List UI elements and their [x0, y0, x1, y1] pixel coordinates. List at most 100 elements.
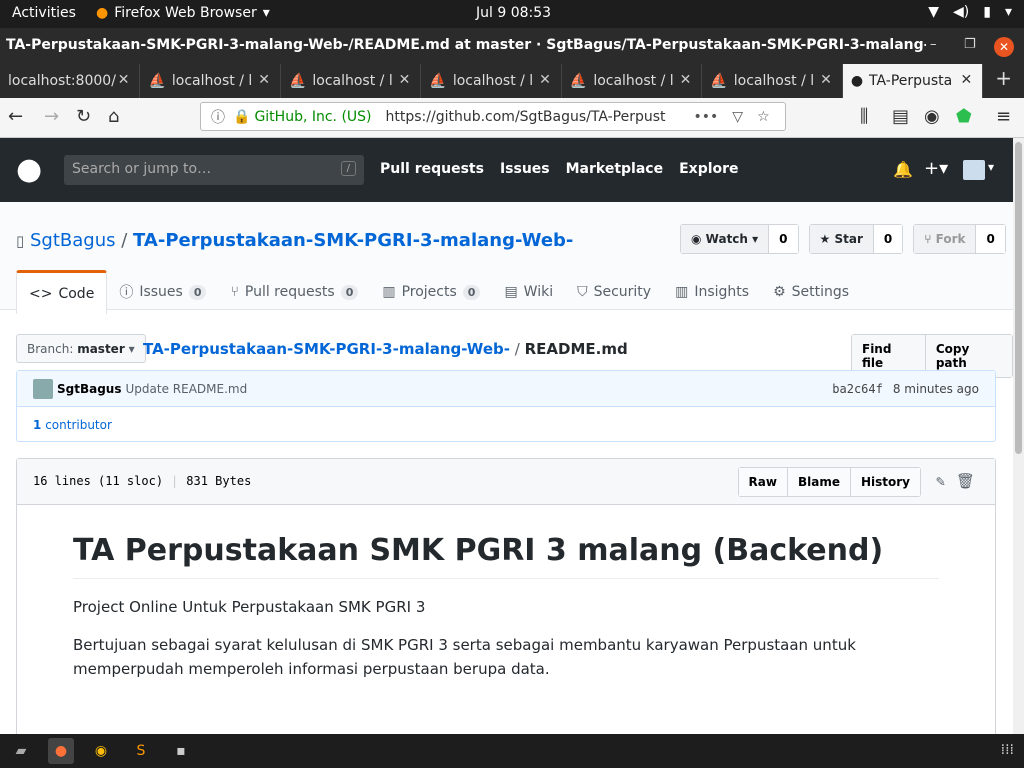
file-header: 16 lines (11 sloc) | 831 Bytes Raw Blame H…: [17, 459, 995, 505]
sublime-text-icon[interactable]: S: [128, 738, 154, 764]
browser-tab[interactable]: ⛵ localhost / l ✕: [421, 64, 562, 98]
nav-issues[interactable]: Issues: [500, 161, 550, 177]
repo-tabs: <> Code ⓘ Issues 0 ⑂ Pull requests 0 ▥ Project…: [16, 270, 861, 314]
close-tab-icon[interactable]: ✕: [118, 72, 130, 88]
minimize-button[interactable]: –: [930, 37, 937, 52]
breadcrumb: TA-Perpustakaan-SMK-PGRI-3-malang-Web- /…: [143, 340, 628, 358]
close-window-button[interactable]: ✕: [994, 37, 1014, 57]
system-tray[interactable]: ▼ ◀) ▮ ▾: [928, 4, 1012, 20]
close-tab-icon[interactable]: ✕: [961, 72, 973, 88]
repo-actions: ◉ Watch ▾ 0 ★ Star 0 ⑂ Fork 0: [680, 224, 1006, 254]
chevron-down-icon[interactable]: ▾: [988, 160, 994, 174]
tab-pull-requests[interactable]: ⑂ Pull requests 0: [218, 270, 370, 314]
commit-tease: SgtBagus Update README.md ba2c64f 8 minut…: [16, 370, 996, 442]
star-button[interactable]: ★ Star: [809, 225, 873, 253]
commit-author[interactable]: SgtBagus: [57, 382, 122, 396]
tab-settings[interactable]: ⚙ Settings: [761, 270, 861, 314]
scrollbar-thumb[interactable]: [1015, 142, 1022, 454]
github-icon: ●: [850, 73, 864, 89]
files-icon[interactable]: ▰: [8, 738, 34, 764]
page-actions-icon[interactable]: •••: [694, 109, 719, 125]
tab-projects[interactable]: ▥ Projects 0: [370, 270, 492, 314]
phpmyadmin-icon: ⛵: [569, 73, 588, 89]
forward-button[interactable]: →: [44, 106, 59, 127]
browser-tab-active[interactable]: ● TA-Perpusta ✕: [842, 64, 984, 98]
watch-button[interactable]: ◉ Watch ▾: [681, 225, 769, 253]
tab-code[interactable]: <> Code: [16, 270, 108, 314]
shield-icon: ⛉: [577, 284, 588, 300]
activities-button[interactable]: Activities: [12, 5, 76, 21]
breadcrumb-repo-link[interactable]: TA-Perpustakaan-SMK-PGRI-3-malang-Web-: [143, 340, 510, 358]
raw-button[interactable]: Raw: [738, 468, 787, 496]
pocket-icon[interactable]: ▽: [732, 109, 743, 125]
tab-issues[interactable]: ⓘ Issues 0: [107, 270, 218, 314]
file-actions: Raw Blame History: [737, 467, 921, 497]
contributors-link[interactable]: 1 contributor: [17, 407, 995, 443]
nav-marketplace[interactable]: Marketplace: [566, 161, 663, 177]
nav-pull-requests[interactable]: Pull requests: [380, 161, 484, 177]
pencil-icon[interactable]: ✎: [936, 472, 945, 490]
watch-count[interactable]: 0: [768, 225, 798, 253]
tab-wiki[interactable]: ▤ Wiki: [492, 270, 565, 314]
url-text[interactable]: https://github.com/SgtBagus/TA-Perpust: [386, 109, 666, 125]
account-icon[interactable]: ◉: [924, 106, 940, 127]
repo-header: ▯ SgtBagus / TA-Perpustakaan-SMK-PGRI-3-…: [0, 202, 1013, 314]
repo-name-link[interactable]: TA-Perpustakaan-SMK-PGRI-3-malang-Web-: [133, 230, 573, 251]
clock[interactable]: Jul 9 08:53: [476, 5, 551, 21]
home-button[interactable]: ⌂: [108, 106, 119, 127]
bookmark-star-icon[interactable]: ☆: [757, 109, 770, 125]
terminal-icon[interactable]: ▪: [168, 738, 194, 764]
book-icon: ▤: [504, 284, 518, 300]
avatar[interactable]: [963, 160, 985, 180]
library-icon[interactable]: ⫼: [860, 106, 868, 127]
search-input[interactable]: Search or jump to… /: [64, 155, 364, 185]
avatar[interactable]: [33, 378, 53, 399]
phpmyadmin-icon: ⛵: [710, 73, 728, 89]
blame-button[interactable]: Blame: [786, 468, 850, 496]
fork-icon: ⑂: [924, 232, 936, 246]
trash-icon[interactable]: 🗑: [956, 472, 975, 490]
fork-count[interactable]: 0: [975, 225, 1005, 253]
github-header: ● Search or jump to… / Pull requests Iss…: [0, 138, 1013, 202]
page-scrollbar[interactable]: [1013, 138, 1024, 734]
app-menu[interactable]: ● Firefox Web Browser ▾: [96, 5, 270, 21]
app-grid-icon[interactable]: ⁞⁞⁞: [1001, 742, 1014, 758]
tab-security[interactable]: ⛉ Security: [565, 270, 663, 314]
plus-icon[interactable]: +▾: [924, 158, 948, 179]
maximize-button[interactable]: ❐: [964, 37, 976, 52]
close-tab-icon[interactable]: ✕: [820, 72, 832, 88]
menu-icon[interactable]: ≡: [996, 106, 1011, 127]
info-icon[interactable]: ⓘ: [211, 107, 225, 127]
url-bar[interactable]: ⓘ 🔒 GitHub, Inc. (US) https://github.com…: [200, 102, 786, 131]
commit-sha[interactable]: ba2c64f: [832, 382, 883, 396]
tab-insights[interactable]: ▥ Insights: [663, 270, 761, 314]
shield-icon[interactable]: ⬟: [956, 106, 972, 127]
commit-message[interactable]: Update README.md: [126, 382, 248, 396]
repo-page: ▯ SgtBagus / TA-Perpustakaan-SMK-PGRI-3-…: [0, 202, 1013, 748]
new-tab-button[interactable]: +: [983, 64, 1024, 98]
close-tab-icon[interactable]: ✕: [258, 72, 270, 88]
pull-request-icon: ⑂: [230, 284, 239, 300]
bell-icon[interactable]: 🔔: [893, 160, 913, 179]
firefox-icon[interactable]: ●: [48, 738, 74, 764]
reload-button[interactable]: ↻: [76, 106, 91, 127]
star-count[interactable]: 0: [872, 225, 903, 253]
close-tab-icon[interactable]: ✕: [539, 72, 551, 88]
fork-button[interactable]: ⑂ Fork: [914, 225, 976, 253]
github-logo-icon[interactable]: ●: [16, 152, 42, 187]
chrome-icon[interactable]: ◉: [88, 738, 114, 764]
browser-tab[interactable]: localhost:8000/✕: [0, 64, 141, 98]
sidebar-icon[interactable]: ▤: [892, 106, 909, 127]
close-tab-icon[interactable]: ✕: [680, 72, 692, 88]
browser-tab[interactable]: ⛵ localhost / l ✕: [562, 64, 703, 98]
back-button[interactable]: ←: [8, 106, 23, 127]
browser-tab[interactable]: ⛵ localhost / l ✕: [281, 64, 422, 98]
nav-explore[interactable]: Explore: [679, 161, 738, 177]
browser-tab[interactable]: ⛵ localhost / l ✕: [140, 64, 281, 98]
history-button[interactable]: History: [849, 468, 920, 496]
browser-tab[interactable]: ⛵ localhost / l ✕: [702, 64, 843, 98]
close-tab-icon[interactable]: ✕: [399, 72, 411, 88]
branch-selector[interactable]: Branch: master ▾: [16, 334, 146, 363]
site-identity[interactable]: GitHub, Inc. (US): [254, 109, 371, 125]
repo-owner-link[interactable]: SgtBagus: [30, 230, 116, 251]
